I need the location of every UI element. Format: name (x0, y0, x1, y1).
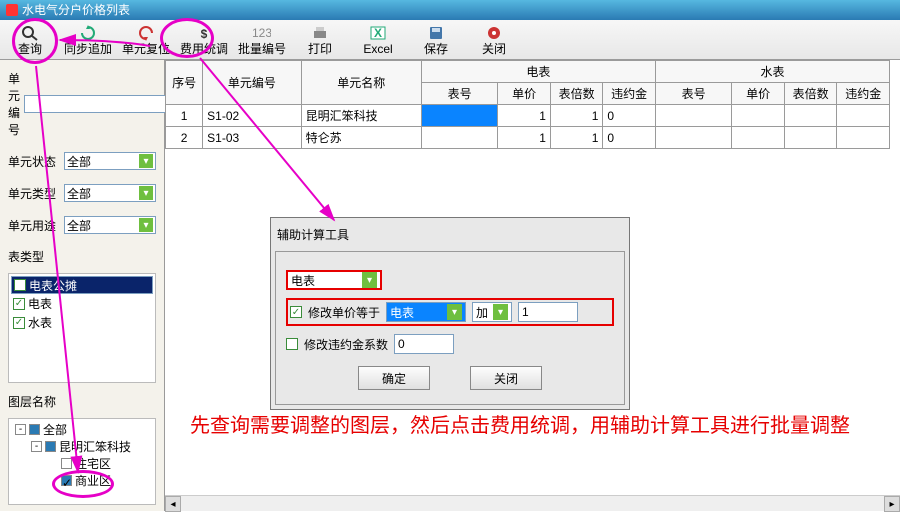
batch-number-button[interactable]: 123批量编号 (238, 22, 286, 58)
list-item[interactable]: ✓电表 (11, 294, 153, 313)
layer-tree: -全部 -昆明汇笨科技 住宅区 ✓商业区 (8, 418, 156, 505)
modify-penalty-label: 修改违约金系数 (304, 336, 388, 353)
operator-select[interactable]: 加▾ (472, 302, 512, 322)
checkbox-icon[interactable]: ✓ (13, 317, 25, 329)
col-elec: 电表 (421, 61, 655, 83)
penalty-input[interactable] (394, 334, 454, 354)
checkbox-icon[interactable] (286, 338, 298, 350)
checkbox-icon[interactable]: ✓ (61, 475, 72, 486)
unit-state-label: 单元状态 (8, 153, 60, 170)
calc-tool-dialog: 辅助计算工具 电表▾ ✓ 修改单价等于 电表▾ 加▾ 修改违约金系数 (270, 217, 630, 410)
modify-price-label: 修改单价等于 (308, 304, 380, 321)
window-title: 水电气分户价格列表 (22, 0, 130, 20)
annotation-text: 先查询需要调整的图层，然后点击费用统调，用辅助计算工具进行批量调整 (190, 410, 870, 442)
svg-text:$: $ (201, 27, 208, 41)
tree-node[interactable]: -昆明汇笨科技 (31, 438, 153, 455)
table-row[interactable]: 1S1-02昆明汇笨科技 110 (166, 105, 890, 127)
chevron-down-icon: ▾ (139, 218, 153, 232)
meter-select[interactable]: 电表▾ (286, 270, 382, 290)
chevron-down-icon: ▾ (447, 304, 462, 320)
checkbox-icon[interactable] (45, 441, 56, 452)
unit-reset-button[interactable]: 单元复位 (122, 22, 170, 58)
svg-text:X: X (374, 26, 382, 40)
checkbox-icon[interactable]: ✓ (13, 298, 25, 310)
sidebar: 单元编号 单元状态全部▾ 单元类型全部▾ 单元用途全部▾ 表类型 电表公摊 ✓电… (0, 60, 165, 511)
query-button[interactable]: 查询 (6, 22, 54, 58)
title-bar: 水电气分户价格列表 (0, 0, 900, 20)
tree-node[interactable]: ✓商业区 (47, 472, 153, 489)
sync-add-button[interactable]: 同步追加 (64, 22, 112, 58)
col-seq: 序号 (166, 61, 203, 105)
tree-node[interactable]: -全部 (15, 421, 153, 438)
col-unitno: 单元编号 (203, 61, 301, 105)
unit-state-select[interactable]: 全部▾ (64, 152, 156, 170)
horizontal-scrollbar[interactable]: ◂▸ (165, 495, 900, 511)
excel-button[interactable]: XExcel (354, 22, 402, 58)
fee-adjust-button[interactable]: $费用统调 (180, 22, 228, 58)
toolbar: 查询 同步追加 单元复位 $费用统调 123批量编号 打印 XExcel 保存 … (0, 20, 900, 60)
data-grid: 序号 单元编号 单元名称 电表 水表 表号 单价 表倍数 违约金 表号 单价 表… (165, 60, 890, 149)
layer-label: 图层名称 (8, 393, 156, 410)
ok-button[interactable]: 确定 (358, 366, 430, 390)
unit-type-select[interactable]: 全部▾ (64, 184, 156, 202)
print-button[interactable]: 打印 (296, 22, 344, 58)
table-row[interactable]: 2S1-03特仑苏 110 (166, 127, 890, 149)
content-area: 序号 单元编号 单元名称 电表 水表 表号 单价 表倍数 违约金 表号 单价 表… (165, 60, 900, 511)
dialog-close-button[interactable]: 关闭 (470, 366, 542, 390)
value-input[interactable] (518, 302, 578, 322)
unit-use-select[interactable]: 全部▾ (64, 216, 156, 234)
unit-no-input[interactable] (24, 95, 181, 113)
meter-type-label: 表类型 (8, 248, 156, 265)
collapse-icon[interactable]: - (31, 441, 42, 452)
scroll-right-icon[interactable]: ▸ (884, 496, 900, 512)
selected-cell (421, 105, 498, 127)
save-button[interactable]: 保存 (412, 22, 460, 58)
unit-no-label: 单元编号 (8, 70, 20, 138)
checkbox-icon[interactable] (14, 279, 26, 291)
scroll-left-icon[interactable]: ◂ (165, 496, 181, 512)
chevron-down-icon: ▾ (493, 304, 508, 320)
chevron-down-icon: ▾ (139, 154, 153, 168)
col-water: 水表 (655, 61, 889, 83)
field-select[interactable]: 电表▾ (386, 302, 466, 322)
checkbox-icon[interactable] (29, 424, 40, 435)
close-button[interactable]: 关闭 (470, 22, 518, 58)
svg-text:123: 123 (253, 26, 271, 40)
list-item[interactable]: 电表公摊 (11, 276, 153, 294)
chevron-down-icon: ▾ (362, 272, 377, 288)
dialog-title: 辅助计算工具 (275, 222, 625, 251)
list-item[interactable]: ✓水表 (11, 313, 153, 332)
col-unitname: 单元名称 (301, 61, 421, 105)
chevron-down-icon: ▾ (139, 186, 153, 200)
unit-use-label: 单元用途 (8, 217, 60, 234)
meter-type-list: 电表公摊 ✓电表 ✓水表 (8, 273, 156, 383)
app-icon (6, 4, 18, 16)
checkbox-icon[interactable] (61, 458, 72, 469)
unit-type-label: 单元类型 (8, 185, 60, 202)
collapse-icon[interactable]: - (15, 424, 26, 435)
tree-node[interactable]: 住宅区 (47, 455, 153, 472)
checkbox-icon[interactable]: ✓ (290, 306, 302, 318)
